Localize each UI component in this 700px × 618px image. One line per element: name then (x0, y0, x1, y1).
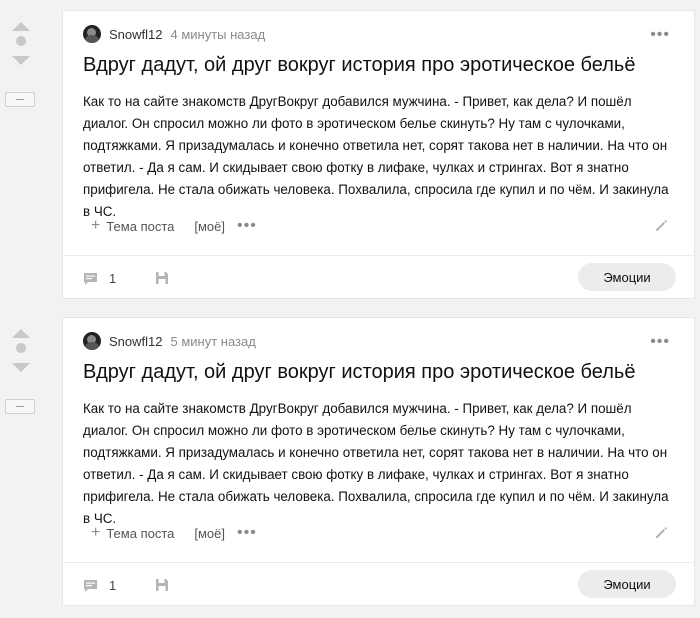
tags-row: + Тема поста [моё] ••• (83, 523, 257, 543)
tag-label: Тема поста (106, 525, 175, 541)
avatar[interactable] (83, 332, 101, 350)
post-footer: 1 Эмоции (83, 570, 676, 600)
post-time[interactable]: 4 минуты назад (170, 27, 265, 42)
comment-icon[interactable] (83, 272, 98, 285)
post-body: Как то на сайте знакомств ДругВокруг доб… (83, 94, 669, 219)
save-icon[interactable] (155, 578, 169, 592)
arrow-up-icon[interactable] (12, 329, 30, 338)
plus-icon: + (91, 524, 101, 541)
comment-count[interactable]: 1 (109, 578, 116, 593)
comment-icon[interactable] (83, 579, 98, 592)
author-name[interactable]: Snowfl12 (109, 27, 162, 42)
post-card: Snowfl12 5 минут назад ••• Вдруг дадут, … (62, 317, 695, 606)
arrow-down-icon[interactable] (12, 363, 30, 372)
post-time[interactable]: 5 минут назад (170, 334, 255, 349)
tags-row: + Тема поста [моё] ••• (83, 216, 257, 236)
post-card: Snowfl12 4 минуты назад ••• Вдруг дадут,… (62, 10, 695, 299)
post-header: Snowfl12 5 минут назад (83, 331, 256, 351)
arrow-down-icon[interactable] (12, 56, 30, 65)
divider (63, 255, 694, 256)
divider (63, 562, 694, 563)
tag-mine[interactable]: [моё] (194, 526, 225, 541)
tags-more-icon[interactable]: ••• (237, 525, 257, 541)
plus-icon: + (91, 217, 101, 234)
post-header: Snowfl12 4 минуты назад (83, 24, 265, 44)
pencil-icon[interactable] (654, 526, 668, 540)
more-horizontal-icon[interactable]: ••• (650, 334, 670, 350)
tag-label: Тема поста (106, 218, 175, 234)
post: Snowfl12 5 минут назад ••• Вдруг дадут, … (0, 317, 700, 617)
rating-panel (0, 317, 44, 447)
collapse-button[interactable] (5, 399, 35, 414)
add-tag-button[interactable]: + Тема поста (83, 215, 182, 237)
emotions-button[interactable]: Эмоции (578, 263, 676, 291)
tags-more-icon[interactable]: ••• (237, 218, 257, 234)
post-footer: 1 Эмоции (83, 263, 676, 293)
arrow-up-icon[interactable] (12, 22, 30, 31)
more-horizontal-icon[interactable]: ••• (650, 27, 670, 43)
collapse-button[interactable] (5, 92, 35, 107)
post-body: Как то на сайте знакомств ДругВокруг доб… (83, 401, 669, 526)
rating-dot-icon (16, 343, 26, 353)
post-title[interactable]: Вдруг дадут, ой друг вокруг история про … (83, 360, 673, 384)
save-icon[interactable] (155, 271, 169, 285)
tag-mine[interactable]: [моё] (194, 219, 225, 234)
post: Snowfl12 4 минуты назад ••• Вдруг дадут,… (0, 10, 700, 310)
rating-dot-icon (16, 36, 26, 46)
emotions-button[interactable]: Эмоции (578, 570, 676, 598)
add-tag-button[interactable]: + Тема поста (83, 522, 182, 544)
rating-panel (0, 10, 44, 140)
post-title[interactable]: Вдруг дадут, ой друг вокруг история про … (83, 53, 673, 77)
author-name[interactable]: Snowfl12 (109, 334, 162, 349)
pencil-icon[interactable] (654, 219, 668, 233)
avatar[interactable] (83, 25, 101, 43)
comment-count[interactable]: 1 (109, 271, 116, 286)
